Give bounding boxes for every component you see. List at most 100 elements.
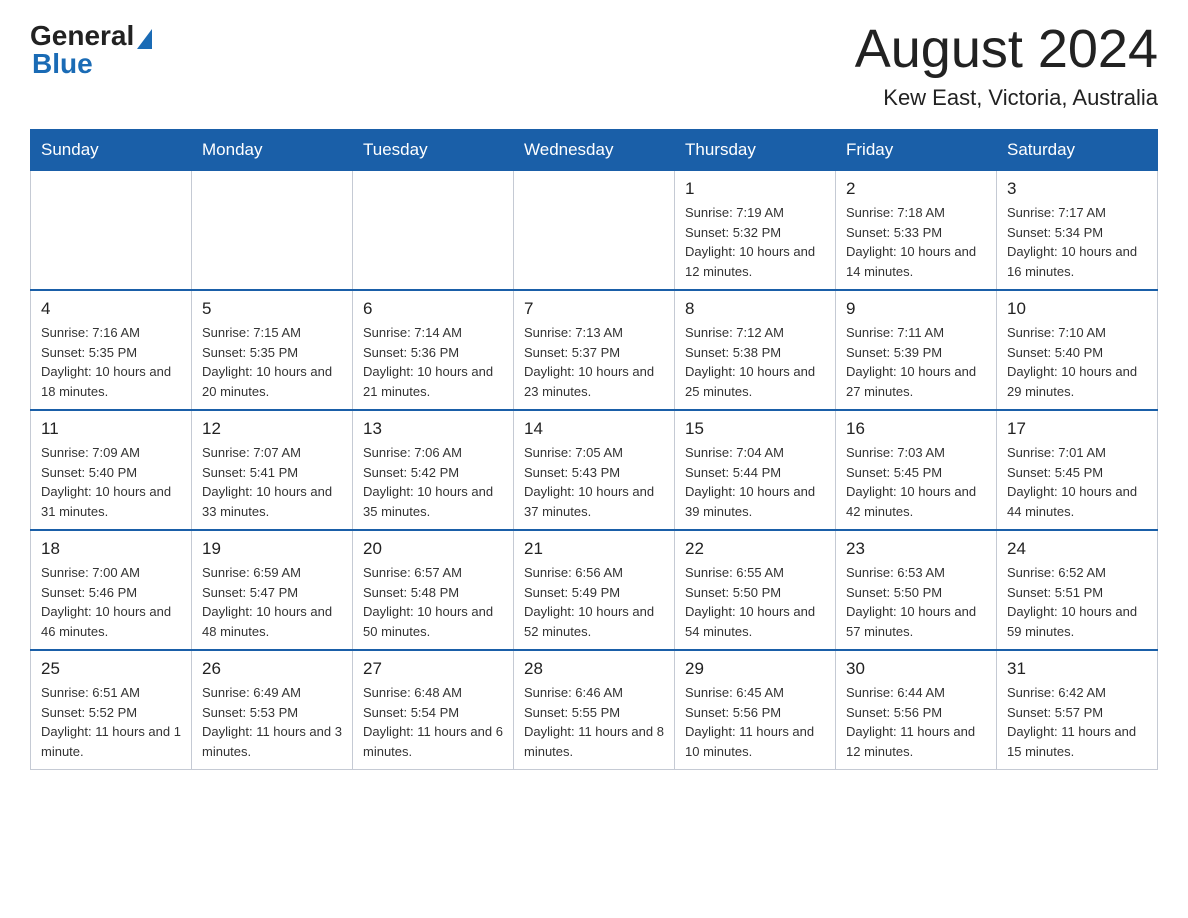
calendar-cell: 2 Sunrise: 7:18 AM Sunset: 5:33 PM Daylig…: [836, 171, 997, 291]
day-info: Sunrise: 7:10 AM Sunset: 5:40 PM Dayligh…: [1007, 323, 1147, 401]
calendar-day-header: Monday: [192, 130, 353, 171]
day-info: Sunrise: 7:18 AM Sunset: 5:33 PM Dayligh…: [846, 203, 986, 281]
calendar-day-header: Saturday: [997, 130, 1158, 171]
day-number: 15: [685, 419, 825, 439]
calendar-week-row: 4 Sunrise: 7:16 AM Sunset: 5:35 PM Daylig…: [31, 290, 1158, 410]
day-number: 31: [1007, 659, 1147, 679]
calendar-cell: 17Sunrise: 7:01 AM Sunset: 5:45 PM Dayli…: [997, 410, 1158, 530]
day-number: 24: [1007, 539, 1147, 559]
day-number: 4: [41, 299, 181, 319]
calendar-cell: 16 Sunrise: 7:03 AM Sunset: 5:45 PM Dayli…: [836, 410, 997, 530]
day-info: Sunrise: 7:00 AM Sunset: 5:46 PM Dayligh…: [41, 563, 181, 641]
calendar-cell: [514, 171, 675, 291]
logo-triangle-icon: [137, 29, 152, 49]
day-info: Sunrise: 7:13 AM Sunset: 5:37 PM Dayligh…: [524, 323, 664, 401]
day-number: 11: [41, 419, 181, 439]
calendar-cell: 30 Sunrise: 6:44 AM Sunset: 5:56 PM Dayli…: [836, 650, 997, 770]
day-number: 6: [363, 299, 503, 319]
day-info: Sunrise: 7:06 AM Sunset: 5:42 PM Dayligh…: [363, 443, 503, 521]
day-number: 5: [202, 299, 342, 319]
calendar-cell: 28 Sunrise: 6:46 AM Sunset: 5:55 PM Dayli…: [514, 650, 675, 770]
calendar-cell: 24 Sunrise: 6:52 AM Sunset: 5:51 PM Dayli…: [997, 530, 1158, 650]
day-info: Sunrise: 6:44 AM Sunset: 5:56 PM Dayligh…: [846, 683, 986, 761]
day-number: 1: [685, 179, 825, 199]
day-info: Sunrise: 7:01 AM Sunset: 5:45 PM Dayligh…: [1007, 443, 1147, 521]
day-number: 7: [524, 299, 664, 319]
location-title: Kew East, Victoria, Australia: [855, 85, 1158, 111]
calendar-cell: 5 Sunrise: 7:15 AM Sunset: 5:35 PM Daylig…: [192, 290, 353, 410]
calendar-day-header: Sunday: [31, 130, 192, 171]
day-info: Sunrise: 7:17 AM Sunset: 5:34 PM Dayligh…: [1007, 203, 1147, 281]
day-number: 8: [685, 299, 825, 319]
day-info: Sunrise: 6:57 AM Sunset: 5:48 PM Dayligh…: [363, 563, 503, 641]
calendar-cell: [192, 171, 353, 291]
day-info: Sunrise: 7:05 AM Sunset: 5:43 PM Dayligh…: [524, 443, 664, 521]
calendar-cell: 8 Sunrise: 7:12 AM Sunset: 5:38 PM Daylig…: [675, 290, 836, 410]
calendar-cell: 12Sunrise: 7:07 AM Sunset: 5:41 PM Dayli…: [192, 410, 353, 530]
day-info: Sunrise: 6:59 AM Sunset: 5:47 PM Dayligh…: [202, 563, 342, 641]
calendar-cell: 19Sunrise: 6:59 AM Sunset: 5:47 PM Dayli…: [192, 530, 353, 650]
calendar-week-row: 18 Sunrise: 7:00 AM Sunset: 5:46 PM Dayli…: [31, 530, 1158, 650]
calendar-header-row: SundayMondayTuesdayWednesdayThursdayFrid…: [31, 130, 1158, 171]
calendar-day-header: Wednesday: [514, 130, 675, 171]
month-title: August 2024: [855, 20, 1158, 79]
logo-blue-text: Blue: [32, 48, 93, 79]
calendar-week-row: 1Sunrise: 7:19 AM Sunset: 5:32 PM Daylig…: [31, 171, 1158, 291]
calendar-cell: 31 Sunrise: 6:42 AM Sunset: 5:57 PM Dayli…: [997, 650, 1158, 770]
calendar-cell: 9Sunrise: 7:11 AM Sunset: 5:39 PM Daylig…: [836, 290, 997, 410]
calendar-cell: 25Sunrise: 6:51 AM Sunset: 5:52 PM Dayli…: [31, 650, 192, 770]
day-info: Sunrise: 7:04 AM Sunset: 5:44 PM Dayligh…: [685, 443, 825, 521]
day-info: Sunrise: 6:45 AM Sunset: 5:56 PM Dayligh…: [685, 683, 825, 761]
day-info: Sunrise: 6:48 AM Sunset: 5:54 PM Dayligh…: [363, 683, 503, 761]
day-number: 12: [202, 419, 342, 439]
day-number: 30: [846, 659, 986, 679]
calendar-cell: 20Sunrise: 6:57 AM Sunset: 5:48 PM Dayli…: [353, 530, 514, 650]
day-number: 21: [524, 539, 664, 559]
calendar-day-header: Thursday: [675, 130, 836, 171]
calendar-cell: 27 Sunrise: 6:48 AM Sunset: 5:54 PM Dayli…: [353, 650, 514, 770]
day-info: Sunrise: 7:15 AM Sunset: 5:35 PM Dayligh…: [202, 323, 342, 401]
day-info: Sunrise: 7:03 AM Sunset: 5:45 PM Dayligh…: [846, 443, 986, 521]
day-number: 10: [1007, 299, 1147, 319]
calendar-cell: 14 Sunrise: 7:05 AM Sunset: 5:43 PM Dayli…: [514, 410, 675, 530]
day-number: 27: [363, 659, 503, 679]
calendar-cell: 21 Sunrise: 6:56 AM Sunset: 5:49 PM Dayli…: [514, 530, 675, 650]
calendar-cell: 15 Sunrise: 7:04 AM Sunset: 5:44 PM Dayli…: [675, 410, 836, 530]
calendar-cell: 23 Sunrise: 6:53 AM Sunset: 5:50 PM Dayli…: [836, 530, 997, 650]
day-number: 16: [846, 419, 986, 439]
page-header: General Blue August 2024 Kew East, Victo…: [30, 20, 1158, 111]
day-number: 2: [846, 179, 986, 199]
day-info: Sunrise: 6:46 AM Sunset: 5:55 PM Dayligh…: [524, 683, 664, 761]
calendar-cell: 6 Sunrise: 7:14 AM Sunset: 5:36 PM Daylig…: [353, 290, 514, 410]
calendar-cell: 4 Sunrise: 7:16 AM Sunset: 5:35 PM Daylig…: [31, 290, 192, 410]
day-number: 28: [524, 659, 664, 679]
calendar-cell: 3 Sunrise: 7:17 AM Sunset: 5:34 PM Daylig…: [997, 171, 1158, 291]
calendar-day-header: Tuesday: [353, 130, 514, 171]
day-info: Sunrise: 6:42 AM Sunset: 5:57 PM Dayligh…: [1007, 683, 1147, 761]
day-info: Sunrise: 7:12 AM Sunset: 5:38 PM Dayligh…: [685, 323, 825, 401]
day-info: Sunrise: 7:16 AM Sunset: 5:35 PM Dayligh…: [41, 323, 181, 401]
day-info: Sunrise: 7:14 AM Sunset: 5:36 PM Dayligh…: [363, 323, 503, 401]
calendar-cell: 22Sunrise: 6:55 AM Sunset: 5:50 PM Dayli…: [675, 530, 836, 650]
calendar-cell: 13 Sunrise: 7:06 AM Sunset: 5:42 PM Dayli…: [353, 410, 514, 530]
day-number: 26: [202, 659, 342, 679]
calendar-day-header: Friday: [836, 130, 997, 171]
calendar-cell: [31, 171, 192, 291]
calendar-cell: 11Sunrise: 7:09 AM Sunset: 5:40 PM Dayli…: [31, 410, 192, 530]
day-number: 25: [41, 659, 181, 679]
day-number: 18: [41, 539, 181, 559]
day-number: 22: [685, 539, 825, 559]
calendar-cell: [353, 171, 514, 291]
day-info: Sunrise: 6:53 AM Sunset: 5:50 PM Dayligh…: [846, 563, 986, 641]
day-number: 13: [363, 419, 503, 439]
day-info: Sunrise: 6:52 AM Sunset: 5:51 PM Dayligh…: [1007, 563, 1147, 641]
day-number: 14: [524, 419, 664, 439]
day-number: 3: [1007, 179, 1147, 199]
day-info: Sunrise: 6:56 AM Sunset: 5:49 PM Dayligh…: [524, 563, 664, 641]
calendar-table: SundayMondayTuesdayWednesdayThursdayFrid…: [30, 129, 1158, 770]
calendar-cell: 10 Sunrise: 7:10 AM Sunset: 5:40 PM Dayli…: [997, 290, 1158, 410]
calendar-week-row: 11Sunrise: 7:09 AM Sunset: 5:40 PM Dayli…: [31, 410, 1158, 530]
calendar-cell: 18 Sunrise: 7:00 AM Sunset: 5:46 PM Dayli…: [31, 530, 192, 650]
day-info: Sunrise: 7:11 AM Sunset: 5:39 PM Dayligh…: [846, 323, 986, 401]
day-number: 23: [846, 539, 986, 559]
